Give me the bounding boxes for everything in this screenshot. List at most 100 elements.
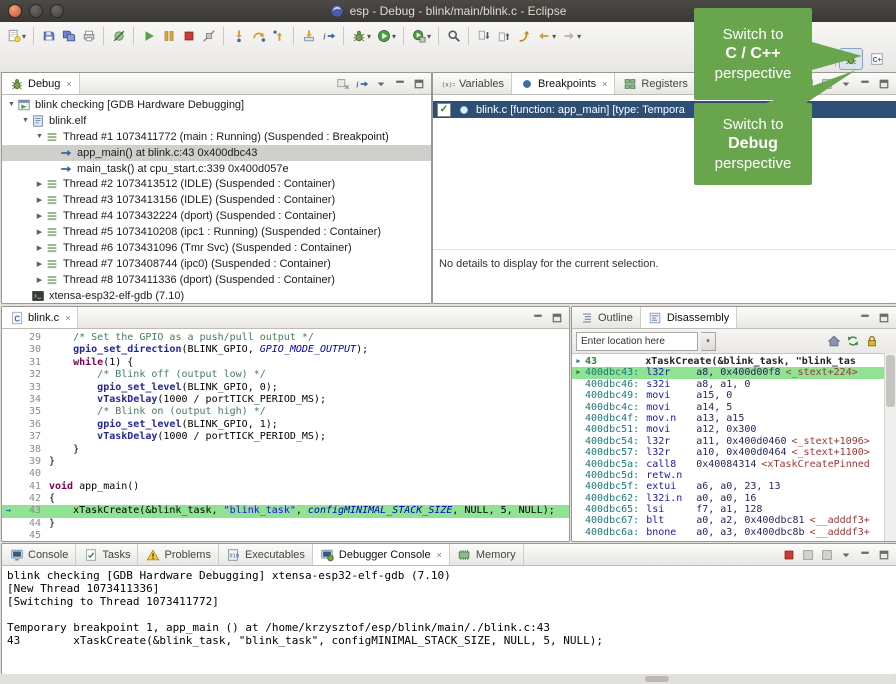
top-right-tab-variables[interactable]: (x)=Variables (433, 73, 512, 94)
location-input[interactable] (576, 332, 698, 351)
view-menu-icon[interactable] (838, 547, 854, 563)
line-number[interactable]: 42 (15, 493, 49, 505)
lock-view-button[interactable] (864, 333, 880, 349)
maximize-icon[interactable] (411, 76, 427, 92)
maximize-icon[interactable] (876, 547, 892, 563)
annotation-ruler[interactable] (2, 518, 15, 530)
annotation-ruler[interactable] (2, 444, 15, 456)
terminate-button[interactable] (781, 547, 797, 563)
line-number[interactable]: 45 (15, 530, 49, 542)
instruction-pointer-icon[interactable]: → (2, 505, 15, 517)
location-dropdown-icon[interactable]: ▾ (701, 332, 716, 351)
debug-button[interactable]: ▾ (349, 25, 373, 47)
debug-tree-row[interactable]: ▶Thread #3 1073413156 (IDLE) (Suspended … (2, 192, 431, 208)
refresh-view-button[interactable] (845, 333, 861, 349)
twisty-icon[interactable]: ▼ (6, 101, 17, 108)
disassembly-listing[interactable]: ▶43 xTaskCreate(&blink_task, "blink_tas▶… (572, 354, 896, 538)
top-right-tab-breakpoints[interactable]: Breakpoints× (512, 73, 615, 94)
breakpoint-checkbox[interactable]: ✓ (437, 103, 451, 117)
debug-tree-row[interactable]: ▶Thread #4 1073432224 (dport) (Suspended… (2, 208, 431, 224)
debug-tree-row[interactable]: ▶Thread #5 1073410208 (ipc1 : Running) (… (2, 224, 431, 240)
annotation-ruler[interactable] (2, 406, 15, 418)
debug-tree-row[interactable]: ▼Thread #1 1073411772 (main : Running) (… (2, 129, 431, 145)
twisty-icon[interactable]: ▶ (34, 228, 45, 236)
skip-all-breakpoints-button[interactable] (109, 25, 128, 47)
debug-tree-row[interactable]: ▶Thread #7 1073408744 (ipc0) (Suspended … (2, 256, 431, 272)
debug-tree[interactable]: ▼blink checking [GDB Hardware Debugging]… (2, 95, 431, 304)
debug-tree-row[interactable]: ▶Thread #8 1073411336 (dport) (Suspended… (2, 272, 431, 288)
scrollbar-thumb[interactable] (886, 355, 895, 407)
bottom-tab-debugger-console[interactable]: Debugger Console× (313, 544, 450, 565)
debug-tab-debug[interactable]: Debug× (2, 73, 80, 94)
external-tools-button[interactable]: ▾ (409, 25, 433, 47)
debug-tree-row[interactable]: ▼blink.elf (2, 113, 431, 129)
debug-tree-row[interactable]: ▼blink checking [GDB Hardware Debugging] (2, 97, 431, 113)
twisty-icon[interactable]: ▼ (20, 117, 31, 124)
annotation-ruler[interactable] (2, 344, 15, 356)
line-number[interactable]: 43 (15, 505, 49, 517)
annotation-ruler[interactable] (2, 419, 15, 431)
search-button[interactable] (444, 25, 463, 47)
annotation-ruler[interactable] (2, 530, 15, 542)
window-maximize-button[interactable] (50, 4, 64, 18)
line-number[interactable]: 41 (15, 481, 49, 493)
suspend-button[interactable] (159, 25, 178, 47)
maximize-icon[interactable] (876, 310, 892, 326)
step-into-button[interactable] (229, 25, 248, 47)
save-button[interactable] (39, 25, 58, 47)
resume-button[interactable] (139, 25, 158, 47)
cpp-perspective-button[interactable]: C+ (866, 49, 888, 69)
dropdown-arrow-icon[interactable]: ▾ (577, 32, 581, 41)
forward-button[interactable]: ▾ (559, 25, 583, 47)
bottom-tab-executables[interactable]: 010Executables (219, 544, 313, 565)
debug-tree-row[interactable]: xtensa-esp32-elf-gdb (7.10) (2, 288, 431, 304)
annotation-ruler[interactable] (2, 431, 15, 443)
next-annotation-button[interactable] (474, 25, 493, 47)
close-icon[interactable]: × (66, 79, 71, 89)
debug-tree-row[interactable]: ▶Thread #2 1073413512 (IDLE) (Suspended … (2, 176, 431, 192)
line-number[interactable]: 39 (15, 456, 49, 468)
back-button[interactable]: ▾ (534, 25, 558, 47)
line-number[interactable]: 36 (15, 419, 49, 431)
save-all-button[interactable] (59, 25, 78, 47)
previous-annotation-button[interactable] (494, 25, 513, 47)
remove-launch-button[interactable] (800, 547, 816, 563)
code-editor[interactable]: 29 /* Set the GPIO as a push/pull output… (2, 329, 569, 542)
bottom-tab-problems[interactable]: Problems (138, 544, 218, 565)
debug-tree-row[interactable]: ▶Thread #6 1073431096 (Tmr Svc) (Suspend… (2, 240, 431, 256)
step-over-button[interactable] (249, 25, 268, 47)
annotation-ruler[interactable] (2, 357, 15, 369)
line-number[interactable]: 30 (15, 344, 49, 356)
view-menu-icon[interactable] (838, 76, 854, 92)
twisty-icon[interactable]: ▶ (34, 276, 45, 284)
annotation-ruler[interactable] (2, 382, 15, 394)
debug-tree-row[interactable]: main_task() at cpu_start.c:339 0x400d057… (2, 161, 431, 177)
minimize-icon[interactable] (857, 310, 873, 326)
window-close-button[interactable] (8, 4, 22, 18)
horizontal-scrollbar[interactable] (645, 676, 669, 682)
new-button[interactable]: ▾ (4, 25, 28, 47)
maximize-icon[interactable] (549, 310, 565, 326)
maximize-icon[interactable] (876, 76, 892, 92)
annotation-ruler[interactable] (2, 394, 15, 406)
debug-perspective-button[interactable] (839, 48, 863, 70)
line-number[interactable]: 34 (15, 394, 49, 406)
console-output[interactable]: blink checking [GDB Hardware Debugging] … (2, 566, 896, 650)
close-icon[interactable]: × (602, 79, 607, 89)
remove-all-terminated-button[interactable] (335, 76, 351, 92)
debug-tree-row[interactable]: app_main() at blink.c:43 0x400dbc43 (2, 145, 431, 161)
close-icon[interactable]: × (65, 313, 70, 323)
run-button[interactable]: ▾ (374, 25, 398, 47)
minimize-icon[interactable] (857, 547, 873, 563)
right-tab-disassembly[interactable]: Disassembly (641, 307, 737, 328)
disconnect-button[interactable] (199, 25, 218, 47)
line-number[interactable]: 29 (15, 332, 49, 344)
bottom-tab-memory[interactable]: Memory (450, 544, 524, 565)
twisty-icon[interactable]: ▶ (34, 212, 45, 220)
terminate-button[interactable] (179, 25, 198, 47)
dropdown-arrow-icon[interactable]: ▾ (427, 32, 431, 41)
twisty-icon[interactable]: ▶ (34, 180, 45, 188)
twisty-icon[interactable]: ▶ (34, 244, 45, 252)
line-number[interactable]: 33 (15, 382, 49, 394)
top-right-tab-registers[interactable]: Registers (615, 73, 695, 94)
